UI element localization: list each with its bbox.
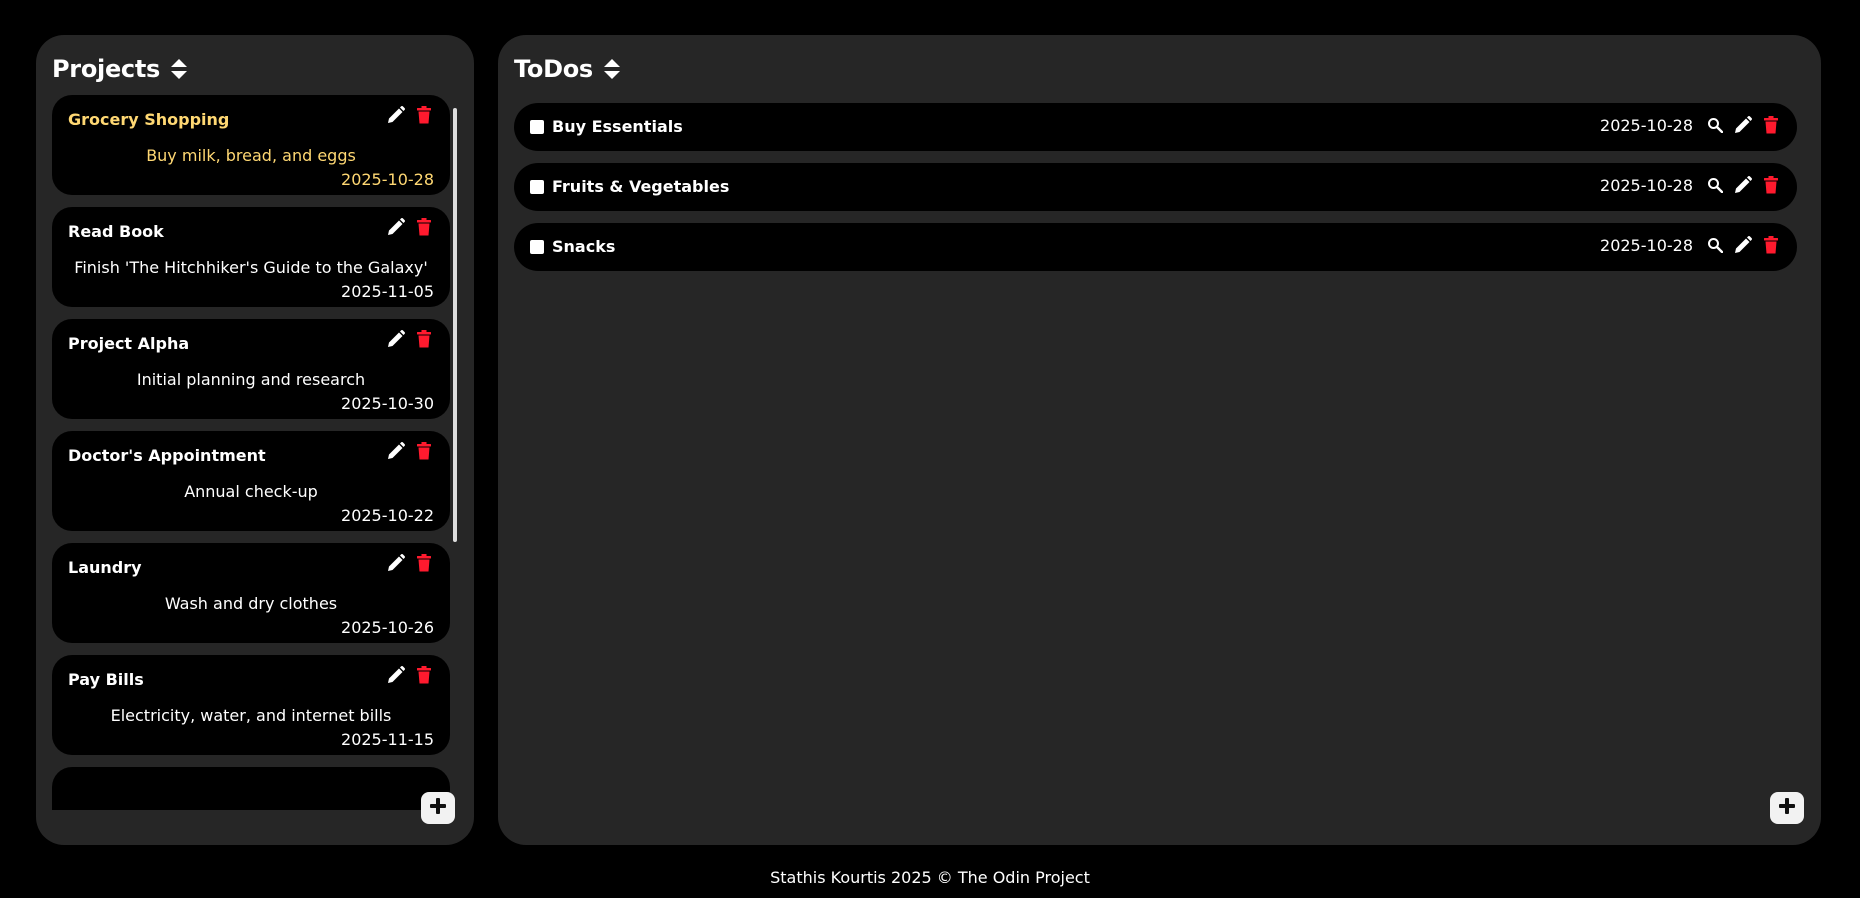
project-description: Annual check-up (184, 482, 318, 501)
project-list[interactable]: Grocery Shopping Buy milk, bread, and eg… (52, 95, 452, 810)
todo-title: Buy Essentials (552, 117, 683, 136)
todo-actions: 2025-10-28 (1600, 115, 1781, 135)
project-date: 2025-10-22 (341, 506, 434, 525)
pencil-icon[interactable] (1733, 115, 1753, 135)
project-description: Finish 'The Hitchhiker's Guide to the Ga… (74, 258, 428, 277)
todo-row[interactable]: Snacks 2025-10-28 (514, 223, 1797, 271)
todo-actions: 2025-10-28 (1600, 235, 1781, 255)
add-project-button[interactable] (421, 792, 455, 824)
pencil-icon[interactable] (1733, 235, 1753, 255)
add-todo-button[interactable] (1770, 792, 1804, 824)
projects-panel: Projects Grocery Shopping Buy milk, brea… (36, 35, 474, 845)
todo-checkbox[interactable] (530, 240, 544, 254)
todos-header: ToDos (514, 55, 621, 83)
project-name: Read Book (68, 222, 164, 241)
todo-row[interactable]: Buy Essentials 2025-10-28 (514, 103, 1797, 151)
trash-icon[interactable] (414, 553, 434, 573)
todo-row[interactable]: Fruits & Vegetables 2025-10-28 (514, 163, 1797, 211)
todos-panel: ToDos Buy Essentials 2025-10-28 Fruits &… (498, 35, 1821, 845)
trash-icon[interactable] (1761, 175, 1781, 195)
trash-icon[interactable] (414, 217, 434, 237)
project-name: Project Alpha (68, 334, 190, 353)
trash-icon[interactable] (414, 329, 434, 349)
project-list-scrollbar[interactable] (453, 108, 457, 542)
todo-actions: 2025-10-28 (1600, 175, 1781, 195)
project-card[interactable]: Doctor's Appointment Annual check-up 202… (52, 431, 450, 531)
sort-up-down-icon[interactable] (603, 57, 621, 81)
pencil-icon[interactable] (386, 329, 406, 349)
project-date: 2025-10-26 (341, 618, 434, 637)
project-actions (386, 105, 434, 125)
project-actions (386, 329, 434, 349)
trash-icon[interactable] (414, 441, 434, 461)
todo-checkbox[interactable] (530, 120, 544, 134)
projects-title: Projects (52, 55, 161, 83)
magnifier-icon[interactable] (1705, 235, 1725, 255)
project-card[interactable]: Grocery Shopping Buy milk, bread, and eg… (52, 95, 450, 195)
project-card[interactable]: Read Book Finish 'The Hitchhiker's Guide… (52, 207, 450, 307)
todo-date: 2025-10-28 (1600, 175, 1693, 195)
sort-up-down-icon[interactable] (170, 57, 188, 81)
todo-title: Snacks (552, 237, 616, 256)
project-name: Pay Bills (68, 670, 144, 689)
project-card[interactable]: Project Alpha Initial planning and resea… (52, 319, 450, 419)
trash-icon[interactable] (414, 105, 434, 125)
project-description: Electricity, water, and internet bills (110, 706, 392, 725)
pencil-icon[interactable] (386, 553, 406, 573)
footer: Stathis Kourtis 2025 © The Odin Project (770, 868, 1090, 887)
project-description: Wash and dry clothes (164, 594, 338, 613)
project-card[interactable]: Pay Bills Electricity, water, and intern… (52, 655, 450, 755)
plus-icon (430, 798, 446, 818)
pencil-icon[interactable] (386, 105, 406, 125)
todos-title: ToDos (514, 55, 593, 83)
project-description: Buy milk, bread, and eggs (146, 146, 356, 165)
magnifier-icon[interactable] (1705, 115, 1725, 135)
project-card[interactable]: Laundry Wash and dry clothes 2025-10-26 (52, 543, 450, 643)
project-actions (386, 217, 434, 237)
trash-icon[interactable] (1761, 235, 1781, 255)
project-name: Grocery Shopping (68, 110, 230, 129)
todo-checkbox[interactable] (530, 180, 544, 194)
project-date: 2025-10-30 (341, 394, 434, 413)
project-actions (386, 553, 434, 573)
project-actions (386, 441, 434, 461)
trash-icon[interactable] (1761, 115, 1781, 135)
project-date: 2025-10-28 (341, 170, 434, 189)
pencil-icon[interactable] (386, 665, 406, 685)
project-name: Laundry (68, 558, 142, 577)
project-actions (386, 665, 434, 685)
project-description: Initial planning and research (136, 370, 366, 389)
project-date: 2025-11-15 (341, 730, 434, 749)
todo-title: Fruits & Vegetables (552, 177, 730, 196)
pencil-icon[interactable] (1733, 175, 1753, 195)
project-name: Doctor's Appointment (68, 446, 266, 465)
projects-header: Projects (52, 55, 188, 83)
project-card-partial[interactable] (52, 767, 450, 810)
project-date: 2025-11-05 (341, 282, 434, 301)
todo-date: 2025-10-28 (1600, 235, 1693, 255)
trash-icon[interactable] (414, 665, 434, 685)
todo-date: 2025-10-28 (1600, 115, 1693, 135)
pencil-icon[interactable] (386, 217, 406, 237)
magnifier-icon[interactable] (1705, 175, 1725, 195)
pencil-icon[interactable] (386, 441, 406, 461)
plus-icon (1779, 798, 1795, 818)
